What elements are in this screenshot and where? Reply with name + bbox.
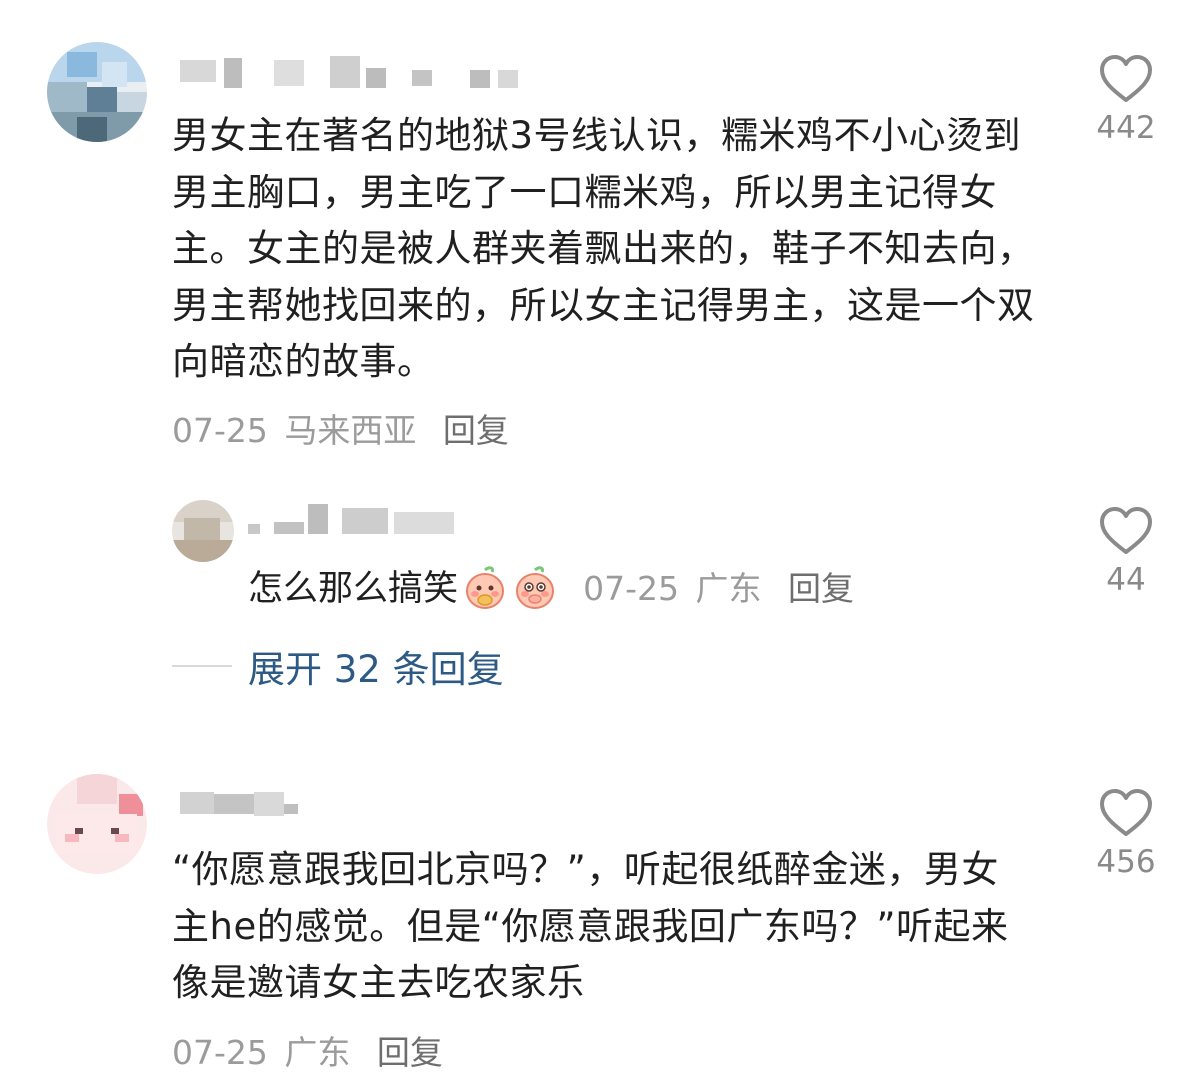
expand-replies-button[interactable]: 展开 32 条回复 [172,642,504,691]
peach-shy-emoji [516,566,555,609]
reply-meta: 07-25 广东 回复 [583,569,854,608]
username[interactable] [180,56,540,92]
like-button[interactable]: 456 [1091,788,1161,880]
username[interactable] [180,792,320,828]
comment-date: 07-25 [172,411,268,450]
reply-like-count: 44 [1106,562,1146,598]
like-button[interactable]: 442 [1091,54,1161,146]
expand-replies-label: 展开 32 条回复 [248,648,504,691]
reply-date: 07-25 [583,569,680,608]
comment-date: 07-25 [172,1033,268,1072]
reply-button[interactable]: 回复 [443,411,509,450]
reply-text: 怎么那么搞笑 [248,569,459,609]
comment-location: 马来西亚 [284,411,417,450]
avatar[interactable] [47,42,147,142]
comment-text: 男女主在著名的地狱3号线认识，糯米鸡不小心烫到男主胸口，男主吃了一口糯米鸡，所以… [172,114,1035,383]
reply-username[interactable] [248,504,468,540]
avatar[interactable] [47,774,147,874]
peach-eating-emoji [466,566,505,609]
reply-avatar[interactable] [172,500,234,562]
comment-thread: 男女主在著名的地狱3号线认识，糯米鸡不小心烫到男主胸口，男主吃了一口糯米鸡，所以… [0,0,1200,1074]
comment-location: 广东 [284,1033,351,1072]
reply-location: 广东 [695,569,762,608]
comment-text: “你愿意跟我回北京吗？”，听起很纸醉金迷，男女主he的感觉。但是“你愿意跟我回广… [172,848,1009,1004]
like-count: 442 [1096,110,1156,146]
reply-content: 怎么那么搞笑 07-25 广东 回复 [248,560,854,611]
divider [172,665,232,667]
like-count: 456 [1096,844,1156,880]
comment-meta: 07-25 广东 回复 [172,1026,443,1074]
heart-outline-icon [1100,507,1152,554]
heart-outline-icon [1100,55,1152,102]
reply-button[interactable]: 回复 [377,1033,443,1072]
heart-outline-icon [1100,789,1152,836]
reply-reply-button[interactable]: 回复 [788,569,854,608]
reply-like-button[interactable]: 44 [1091,506,1161,598]
comment-meta: 07-25 马来西亚 回复 [172,404,509,452]
